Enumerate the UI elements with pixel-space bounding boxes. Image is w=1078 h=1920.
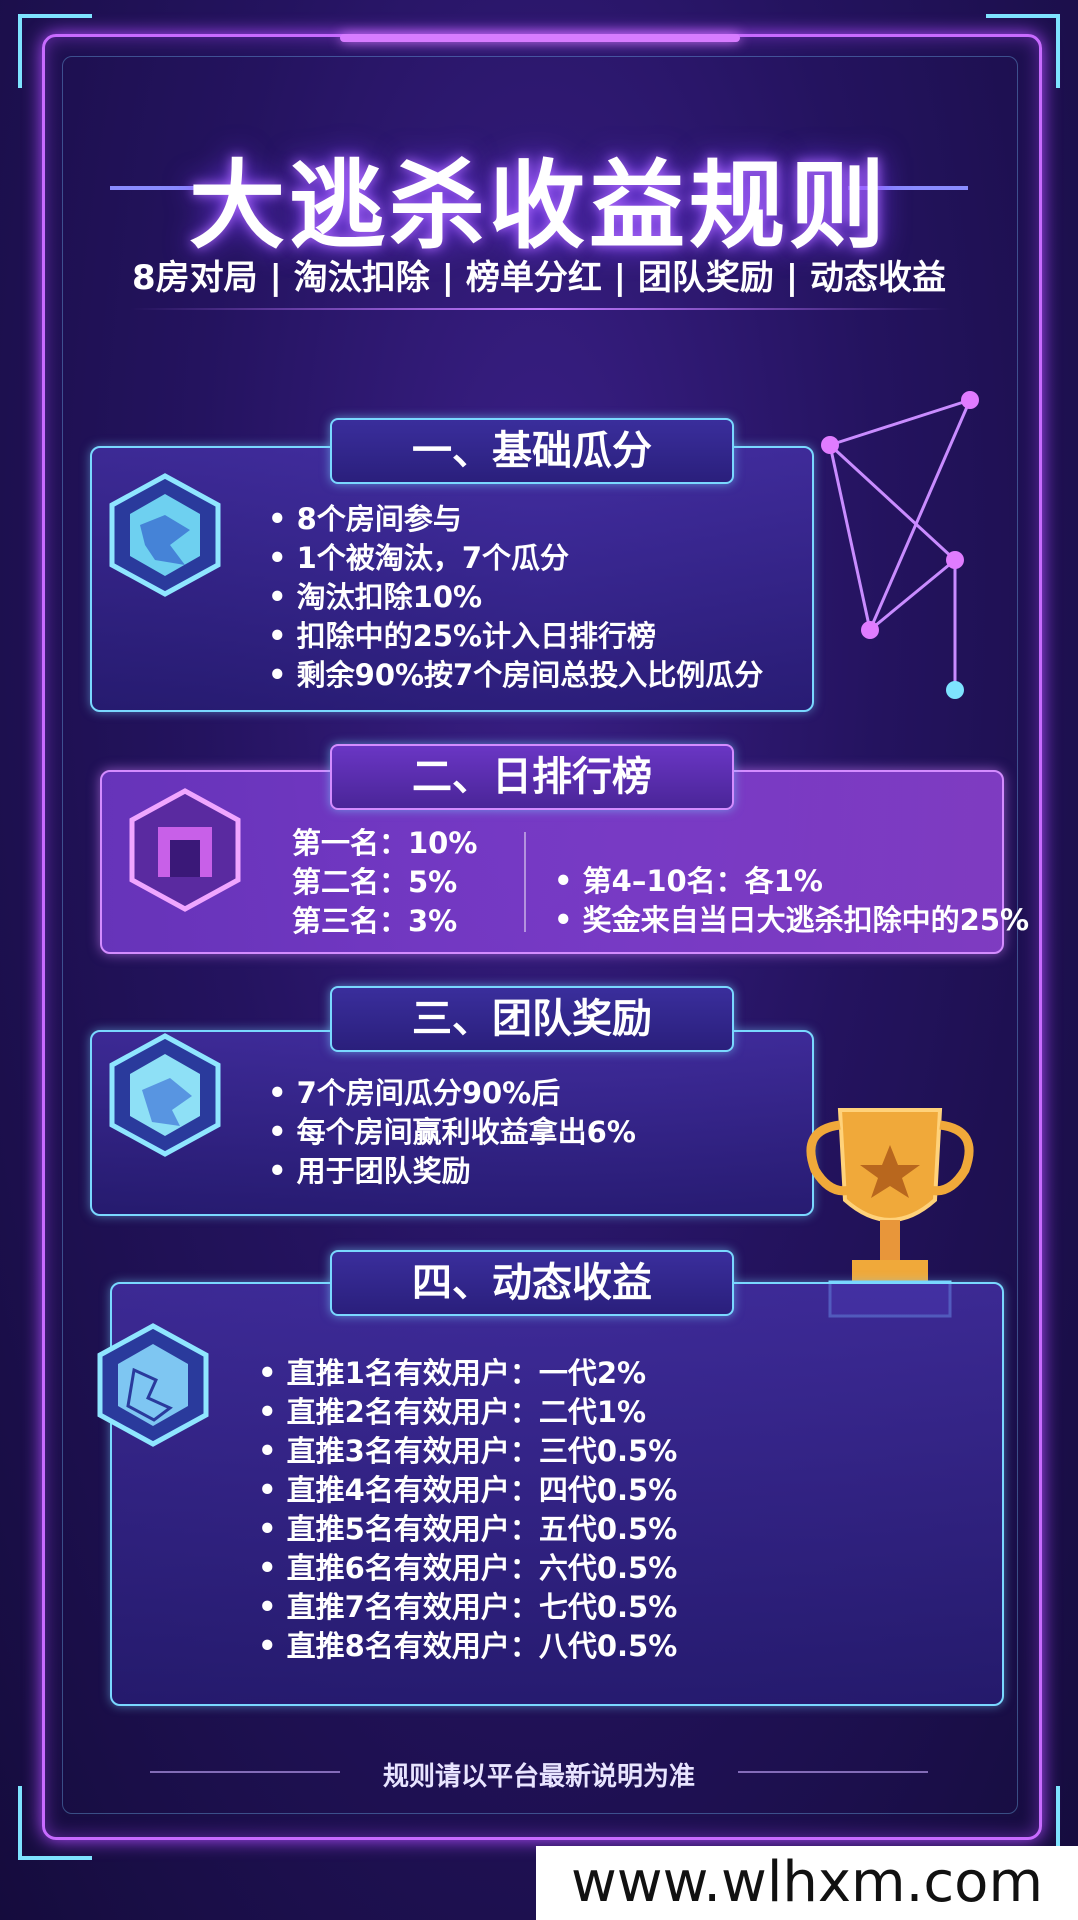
list-item: 1个被淘汰，7个瓜分 <box>268 539 763 578</box>
list-item: 用于团队奖励 <box>268 1152 636 1191</box>
footer-note: 规则请以平台最新说明为准 <box>382 1762 695 1792</box>
list-item: 直推4名有效用户：四代0.5% <box>258 1471 678 1510</box>
watermark-url: www.wlhxm.com <box>536 1846 1078 1920</box>
list-item: 8个房间参与 <box>268 500 763 539</box>
top-glow-bar <box>340 34 740 42</box>
list-item: 直推1名有效用户：一代2% <box>258 1354 677 1393</box>
rank-divider <box>524 832 526 932</box>
section-team-list: 7个房间瓜分90%后 每个房间赢利收益拿出6% 用于团队奖励 <box>268 1074 636 1191</box>
rank-note: 第4–10名：各1% <box>554 862 1029 901</box>
map-hex-icon <box>109 1033 221 1157</box>
rank-note: 奖金来自当日大逃杀扣除中的25% <box>554 901 1029 940</box>
rank-notes: 第4–10名：各1% 奖金来自当日大逃杀扣除中的25% <box>554 862 1029 940</box>
map-hex-icon <box>97 1323 209 1447</box>
list-item: 7个房间瓜分90%后 <box>268 1074 636 1113</box>
list-item: 剩余90%按7个房间总投入比例瓜分 <box>268 656 764 695</box>
list-item: 直推5名有效用户：五代0.5% <box>258 1510 678 1549</box>
list-item: 直推7名有效用户：七代0.5% <box>258 1588 678 1627</box>
list-item: 扣除中的25%计入日排行榜 <box>268 617 763 656</box>
list-item: 淘汰扣除10% <box>268 578 763 617</box>
corner-accent <box>986 14 1060 88</box>
list-item: 直推8名有效用户：八代0.5% <box>258 1627 678 1666</box>
page-subtitle: 8房对局 | 淘汰扣除 | 榜单分红 | 团队奖励 | 动态收益 <box>131 258 947 298</box>
gate-hex-icon <box>129 788 241 912</box>
list-item: 每个房间赢利收益拿出6% <box>268 1113 636 1152</box>
section-dynamic-list: 直推1名有效用户：一代2% 直推2名有效用户：二代1% 直推3名有效用户：三代0… <box>258 1354 678 1666</box>
list-item: 直推3名有效用户：三代0.5% <box>258 1432 678 1471</box>
subtitle-divider <box>130 308 950 310</box>
map-hex-icon <box>109 473 221 597</box>
page-title: 大逃杀收益规则 <box>189 150 889 262</box>
network-nodes-icon <box>821 391 979 699</box>
corner-accent <box>18 1786 92 1860</box>
rank-item: 第三名：3% <box>292 904 458 938</box>
section-rank-heading: 二、日排行榜 <box>330 744 734 810</box>
section-dynamic-heading: 四、动态收益 <box>330 1250 734 1316</box>
list-item: 直推6名有效用户：六代0.5% <box>258 1549 678 1588</box>
corner-accent <box>18 14 92 88</box>
rank-list: 第一名：10% 第二名：5% 第三名：3% <box>292 824 477 941</box>
rank-item: 第一名：10% <box>292 826 478 860</box>
section-basic-list: 8个房间参与 1个被淘汰，7个瓜分 淘汰扣除10% 扣除中的25%计入日排行榜 … <box>268 500 764 695</box>
section-team-heading: 三、团队奖励 <box>330 986 734 1052</box>
list-item: 直推2名有效用户：二代1% <box>258 1393 677 1432</box>
rank-item: 第二名：5% <box>292 865 458 899</box>
section-basic-heading: 一、基础瓜分 <box>330 418 734 484</box>
